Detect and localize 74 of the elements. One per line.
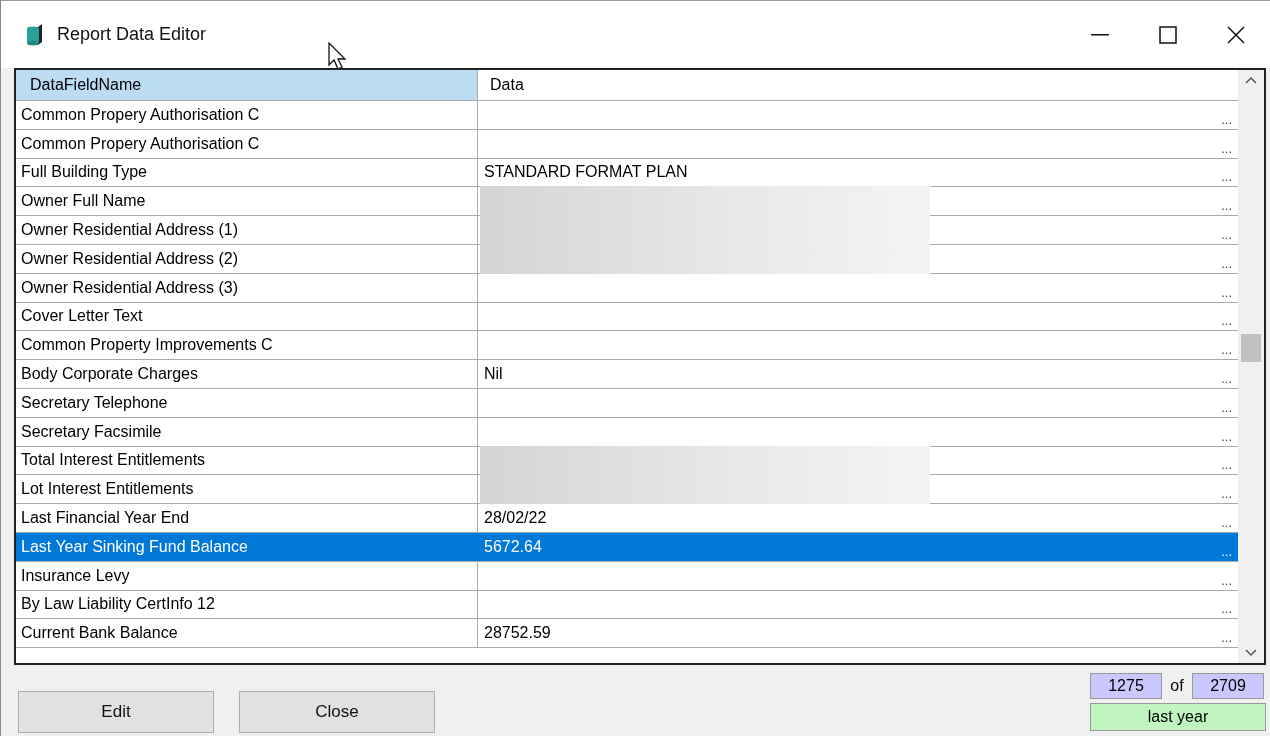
table-row[interactable]: Cover Letter Text ...	[16, 302, 1238, 332]
table-row[interactable]: Last Financial Year End 28/02/22 ...	[16, 504, 1238, 533]
table-cell: By Law Liability CertInfo 12	[16, 590, 478, 619]
cell-button[interactable]: ...	[1221, 457, 1232, 475]
table-cell: Total Interest Entitlements	[16, 446, 478, 475]
table-cell: Common Propery Authorisation C	[16, 129, 478, 158]
cell-button[interactable]: ...	[1221, 313, 1232, 331]
scrollbar[interactable]	[1238, 70, 1264, 663]
table-cell: Lot Interest Entitlements	[16, 475, 478, 504]
filter-label: last year	[1090, 703, 1266, 731]
table-row[interactable]: Last Year Sinking Fund Balance 5672.64 ...	[16, 532, 1238, 562]
table-cell: Body Corporate Charges	[16, 360, 478, 388]
cell-button[interactable]: ...	[1221, 428, 1232, 446]
scroll-up-icon[interactable]	[1245, 76, 1257, 84]
table-cell: 28752.59	[484, 624, 551, 642]
table-row[interactable]: Secretary Telephone ...	[16, 388, 1238, 418]
table-cell: Owner Full Name	[16, 187, 478, 216]
table-row[interactable]: Total Interest Entitlements ...	[16, 446, 1238, 476]
cell-button[interactable]: ...	[1221, 399, 1232, 417]
table-cell: Last Financial Year End	[16, 504, 478, 532]
cell-button[interactable]: ...	[1221, 227, 1232, 244]
table-row[interactable]: Common Propery Authorisation C ...	[16, 101, 1238, 130]
scroll-thumb[interactable]	[1241, 334, 1261, 362]
record-total: 2709	[1192, 673, 1264, 699]
table-cell: Nil	[484, 365, 503, 383]
cell-button[interactable]: ...	[1221, 284, 1232, 302]
table-row[interactable]: Owner Residential Address (2) ...	[16, 245, 1238, 274]
table-row[interactable]: Body Corporate Charges Nil ...	[16, 360, 1238, 389]
cell-button[interactable]: ...	[1221, 370, 1232, 388]
table-cell: Owner Residential Address (2)	[16, 245, 478, 273]
table-row[interactable]: Owner Residential Address (1) ...	[16, 216, 1238, 245]
action-button[interactable]: Close	[239, 691, 435, 733]
table-cell: Secretary Facsimile	[16, 417, 478, 446]
table-row[interactable]: Lot Interest Entitlements ...	[16, 475, 1238, 505]
table-row[interactable]: By Law Liability CertInfo 12 ...	[16, 590, 1238, 620]
table-cell: Secretary Telephone	[16, 388, 478, 417]
table-cell: Common Property Improvements C	[16, 331, 478, 360]
table-row[interactable]: Common Propery Authorisation C ...	[16, 129, 1238, 159]
of-label: of	[1169, 677, 1185, 695]
column-header[interactable]: DataFieldName	[16, 70, 478, 100]
table-cell: Last Year Sinking Fund Balance	[16, 532, 478, 561]
table-cell: 28/02/22	[484, 509, 547, 527]
table-cell: Owner Residential Address (1)	[16, 216, 478, 244]
cell-button[interactable]: ...	[1221, 572, 1232, 590]
cell-button[interactable]: ...	[1221, 543, 1232, 561]
table-cell: Insurance Levy	[16, 561, 478, 590]
table-cell: Owner Residential Address (3)	[16, 273, 478, 302]
table-row[interactable]: Owner Full Name ...	[16, 187, 1238, 217]
table-cell: Cover Letter Text	[16, 302, 478, 331]
table-row[interactable]: Insurance Levy ...	[16, 561, 1238, 591]
cell-button[interactable]: ...	[1221, 514, 1232, 532]
cell-button[interactable]: ...	[1221, 601, 1232, 619]
table-cell: STANDARD FORMAT PLAN	[484, 163, 688, 181]
cell-button[interactable]: ...	[1221, 486, 1232, 504]
cell-button[interactable]: ...	[1221, 169, 1232, 187]
record-number: 1275	[1090, 673, 1162, 699]
database-icon	[25, 22, 45, 47]
cell-button[interactable]: ...	[1221, 630, 1232, 648]
cell-button[interactable]: ...	[1221, 255, 1232, 273]
table-cell: Full Building Type	[16, 158, 478, 187]
cell-button[interactable]: ...	[1221, 111, 1232, 129]
table-cell: Current Bank Balance	[16, 619, 478, 648]
cell-button[interactable]: ...	[1221, 198, 1232, 216]
column-header[interactable]: Data	[478, 70, 1238, 100]
table-row[interactable]: Common Property Improvements C ...	[16, 331, 1238, 361]
table-cell: 5672.64	[484, 537, 542, 555]
table-cell: Common Propery Authorisation C	[16, 101, 478, 129]
table-row[interactable]: Current Bank Balance 28752.59 ...	[16, 619, 1238, 649]
table-row[interactable]: Owner Residential Address (3) ...	[16, 273, 1238, 303]
window-title: Report Data Editor	[57, 24, 208, 45]
cell-button[interactable]: ...	[1221, 140, 1232, 158]
action-button[interactable]: Edit	[18, 691, 214, 733]
cell-button[interactable]: ...	[1221, 342, 1232, 360]
scroll-down-icon[interactable]	[1245, 649, 1257, 657]
